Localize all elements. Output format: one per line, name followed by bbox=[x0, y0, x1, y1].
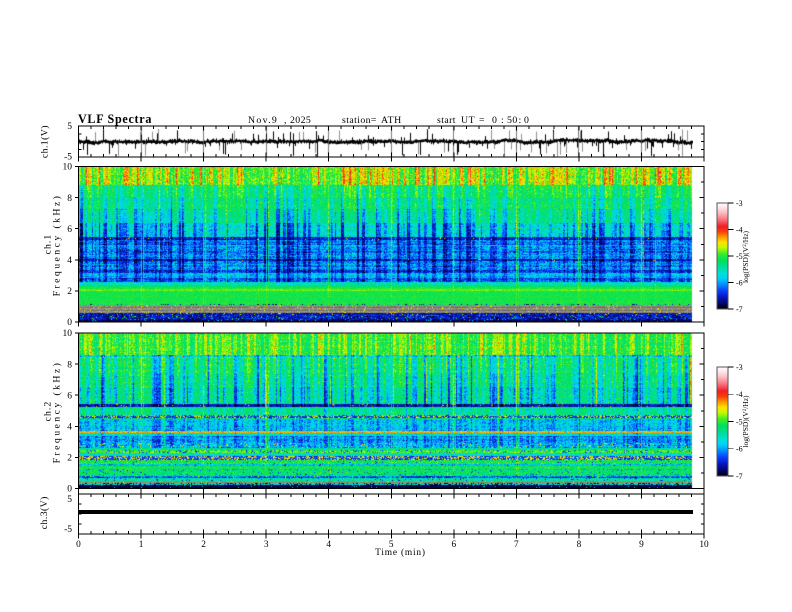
svg-text:6: 6 bbox=[67, 391, 72, 401]
svg-text:=: = bbox=[479, 115, 485, 126]
svg-text:6: 6 bbox=[451, 540, 456, 550]
svg-text:-7: -7 bbox=[736, 472, 743, 481]
svg-text:5: 5 bbox=[67, 495, 72, 505]
svg-text:2: 2 bbox=[67, 287, 72, 297]
svg-text:0: 0 bbox=[76, 540, 81, 550]
svg-text:10: 10 bbox=[63, 163, 73, 173]
svg-text:0: 0 bbox=[524, 115, 529, 126]
svg-text:ATH: ATH bbox=[381, 115, 402, 126]
svg-text:-5: -5 bbox=[64, 153, 72, 163]
svg-text:10: 10 bbox=[63, 329, 73, 339]
svg-text:8: 8 bbox=[67, 194, 72, 204]
svg-text::: : bbox=[501, 115, 504, 126]
svg-text:7: 7 bbox=[514, 540, 519, 550]
svg-text:ch.3(V): ch.3(V) bbox=[39, 496, 50, 529]
svg-text:log(PSD)(V2/Hz): log(PSD)(V2/Hz) bbox=[741, 395, 750, 448]
svg-text:0: 0 bbox=[492, 115, 497, 126]
svg-text:2: 2 bbox=[67, 454, 72, 464]
svg-text:,: , bbox=[284, 115, 286, 126]
svg-text:Frequency (kHz): Frequency (kHz) bbox=[52, 194, 63, 297]
svg-text::: : bbox=[519, 115, 522, 126]
svg-text:4: 4 bbox=[326, 540, 331, 550]
svg-text:1: 1 bbox=[139, 540, 144, 550]
svg-text:-7: -7 bbox=[736, 305, 743, 314]
svg-text:0: 0 bbox=[67, 485, 72, 495]
svg-text:VLF Spectra: VLF Spectra bbox=[78, 112, 152, 126]
svg-text:ch.1(V): ch.1(V) bbox=[40, 125, 51, 158]
svg-text:8: 8 bbox=[67, 360, 72, 370]
svg-text:-3: -3 bbox=[736, 199, 743, 208]
svg-text:-3: -3 bbox=[736, 363, 743, 372]
svg-text:start: start bbox=[437, 115, 456, 126]
svg-text:log(PSD)(V2/Hz): log(PSD)(V2/Hz) bbox=[741, 230, 750, 283]
svg-text:3: 3 bbox=[264, 540, 269, 550]
svg-text:4: 4 bbox=[67, 423, 72, 433]
svg-text:Frequency (kHz): Frequency (kHz) bbox=[52, 361, 63, 464]
svg-text:50: 50 bbox=[507, 115, 518, 126]
svg-text:Nov.9: Nov.9 bbox=[248, 115, 278, 126]
svg-text:2: 2 bbox=[201, 540, 206, 550]
svg-text:-5: -5 bbox=[64, 525, 72, 535]
svg-text:0: 0 bbox=[67, 318, 72, 328]
svg-text:Time (min): Time (min) bbox=[375, 547, 426, 558]
svg-text:UT: UT bbox=[461, 115, 475, 126]
svg-text:6: 6 bbox=[67, 225, 72, 235]
svg-text:10: 10 bbox=[699, 540, 709, 550]
svg-text:9: 9 bbox=[639, 540, 644, 550]
svg-text:5: 5 bbox=[67, 122, 72, 132]
svg-text:2025: 2025 bbox=[290, 115, 311, 126]
svg-text:4: 4 bbox=[67, 256, 72, 266]
svg-text:8: 8 bbox=[577, 540, 582, 550]
svg-text:station=: station= bbox=[342, 115, 377, 126]
